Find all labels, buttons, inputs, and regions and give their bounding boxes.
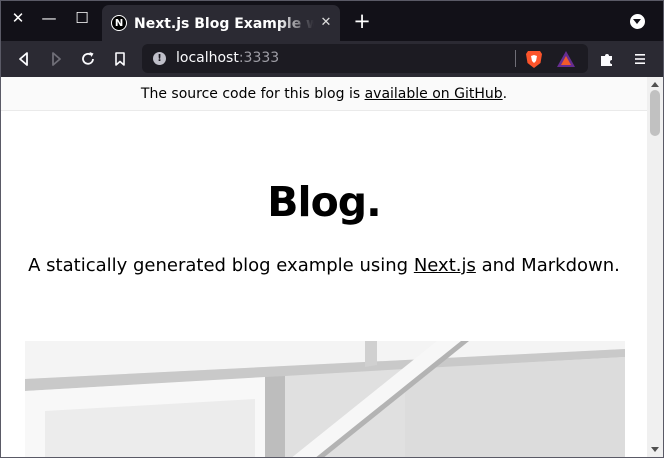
extensions-button[interactable] [596, 48, 618, 70]
brave-shields-icon[interactable] [525, 49, 543, 69]
hamburger-menu-icon [635, 54, 645, 64]
close-window-button[interactable]: ✕ [8, 8, 28, 28]
bookmark-icon [115, 52, 125, 66]
tab-search-button[interactable] [630, 14, 645, 29]
url-port: :3333 [238, 50, 280, 66]
main-menu-button[interactable] [629, 48, 651, 70]
address-bar-divider [515, 50, 516, 67]
tab-title: Next.js Blog Example with Markdown [134, 16, 314, 32]
brave-rewards-icon[interactable] [556, 50, 576, 68]
reload-button[interactable] [77, 48, 99, 70]
source-code-banner: The source code for this blog is availab… [1, 77, 647, 111]
forward-arrow-icon [52, 52, 61, 66]
scroll-down-arrow-icon[interactable] [651, 447, 659, 452]
url-host: localhost [176, 50, 239, 66]
tab-close-button[interactable]: ✕ [316, 13, 336, 33]
navigation-bar: ! localhost:3333 [1, 41, 663, 77]
url-text[interactable]: localhost:3333 [176, 49, 279, 68]
github-link[interactable]: available on GitHub [365, 86, 503, 102]
description-suffix: and Markdown. [475, 255, 620, 276]
scroll-thumb[interactable] [650, 90, 660, 136]
description-text: A statically generated blog example usin… [28, 255, 414, 276]
banner-suffix: . [502, 86, 508, 102]
puzzle-piece-icon [601, 54, 612, 66]
forward-button[interactable] [45, 48, 67, 70]
hero-cover-image[interactable] [25, 341, 625, 457]
title-bar: ✕ — ☐ N Next.js Blog Example with Markdo… [1, 1, 663, 41]
page-content: The source code for this blog is availab… [1, 77, 647, 457]
vertical-scrollbar[interactable] [647, 77, 663, 457]
site-info-icon[interactable]: ! [153, 52, 166, 65]
bookmark-button[interactable] [109, 48, 131, 70]
nextjs-link[interactable]: Next.js [414, 255, 476, 276]
address-bar[interactable]: ! localhost:3333 [142, 44, 588, 73]
blog-title: Blog. [267, 178, 381, 226]
reload-icon [82, 52, 94, 65]
back-arrow-icon [19, 52, 28, 66]
new-tab-button[interactable]: + [351, 10, 373, 32]
browser-window: ✕ — ☐ N Next.js Blog Example with Markdo… [0, 0, 664, 458]
minimize-window-button[interactable]: — [39, 8, 59, 28]
banner-text: The source code for this blog is [140, 86, 365, 102]
back-button[interactable] [13, 48, 35, 70]
blog-description: A statically generated blog example usin… [1, 253, 647, 279]
maximize-window-button[interactable]: ☐ [72, 8, 92, 28]
scroll-up-arrow-icon[interactable] [651, 82, 659, 87]
active-tab[interactable]: N Next.js Blog Example with Markdown ✕ [102, 5, 340, 41]
nextjs-favicon-icon: N [111, 15, 127, 31]
architecture-photo [25, 341, 625, 457]
